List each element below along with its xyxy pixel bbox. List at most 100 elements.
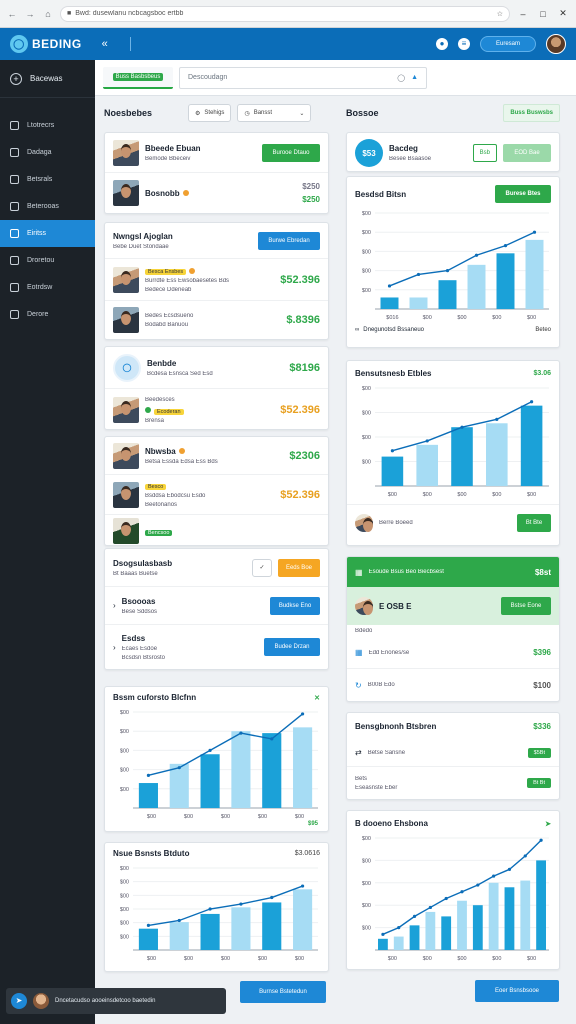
y-tick-label: $00 (362, 249, 371, 255)
list-item[interactable]: Bedes Ecsdsueno Bodabd Banuou $.8396 (105, 301, 328, 339)
list-item[interactable]: ⇄ Betse Sansne $5Bt (347, 739, 559, 767)
collapse-icon[interactable]: « (102, 38, 108, 50)
logo[interactable]: ◯ BEDING (10, 35, 82, 53)
card-action-button[interactable]: Burwe Ebredan (258, 231, 320, 250)
search-icon[interactable]: ◯ (397, 74, 405, 82)
filter-dropdown[interactable]: ◷ Bansst ⌄ (237, 104, 312, 122)
close-icon[interactable]: ✕ (556, 8, 570, 19)
list-item[interactable]: Besca Ensbes Burrdte Ess Ewsobaesetes Bd… (105, 259, 328, 301)
x-tick-label: $00 (423, 315, 432, 321)
list-item[interactable]: ↻ B00B Edo $100 (347, 669, 559, 701)
sidebar-item-3[interactable]: Betsrals (0, 166, 95, 193)
item-action-button[interactable]: Budee Drzan (264, 638, 320, 656)
search-input[interactable]: Descoudagn ◯ ▲ (179, 66, 427, 89)
chart-point (530, 400, 534, 404)
chart-footer-link[interactable]: Beteo (535, 327, 551, 333)
list-item[interactable]: › Esdss Ecaes Esdoe Bcsdsn Btsrosto Bude… (105, 625, 328, 669)
list-item[interactable]: Beedesces Ecoderan Brensa $52.396 (105, 389, 328, 429)
profile-action-button[interactable]: EOD Bae (503, 144, 551, 162)
sidebar-item-1[interactable]: Ltotrecrs (0, 112, 95, 139)
amount: $250 (302, 195, 320, 204)
forward-icon[interactable]: → (24, 8, 36, 20)
y-tick-label: $00 (120, 866, 129, 872)
chart-point (503, 244, 508, 248)
x-tick-label: $00 (492, 315, 501, 321)
item-name: Edd Enones/se (368, 649, 410, 656)
notification-toast[interactable]: ➤ Dncetacudso aooeinsdetcoo baetedin (6, 988, 226, 1014)
profile-row[interactable]: $53 Bacdeg Besee Bsaasoe Bsb EOD Bae (347, 133, 559, 171)
chart-action-button[interactable]: Burese Btes (495, 185, 551, 203)
profile-small-button[interactable]: Bsb (472, 144, 497, 162)
chart-footer-button[interactable]: Bt Bte (517, 513, 551, 532)
chart-footer-text: Berre Boeed (379, 519, 413, 526)
right-top-button[interactable]: Buss Buswsbs (503, 104, 560, 122)
list-item[interactable]: ▦ Edd Enones/se $396 (347, 637, 559, 669)
chart-footer-label: Bt Bte (525, 519, 543, 526)
right-section-title: Bossoe (346, 108, 379, 118)
sidebar-item-8[interactable]: Derore (0, 301, 95, 328)
promo-row[interactable]: E OSB E Bstse Eone (347, 587, 559, 625)
contact-action-button[interactable]: Burooe Dtauo (262, 143, 320, 162)
contact-card-4: Nbwsba Betsa Essda Edsa Ess Bds $2306 Be… (104, 436, 329, 546)
list-item[interactable]: Bdedo (347, 625, 559, 637)
item-name: Esdss (121, 633, 146, 643)
pin-icon[interactable]: ➤ (545, 820, 551, 828)
right-bottom-label: Eoer Bsnsbsooe (494, 988, 540, 994)
amount: $250 (302, 182, 320, 191)
orange-action-button[interactable]: Eeds Boe (277, 558, 320, 577)
settings-chip[interactable]: ⚙ Stehigs (188, 104, 232, 122)
avatar[interactable] (546, 34, 566, 54)
y-tick-label: $00 (120, 787, 129, 793)
y-tick-label: $00 (120, 768, 129, 774)
left-bottom-button[interactable]: Burnse Bstetedun (240, 981, 326, 1003)
sidebar-item-7[interactable]: Eotrdsw (0, 274, 95, 301)
back-icon[interactable]: ← (6, 8, 18, 20)
header-pill-button[interactable]: Euresam (480, 36, 536, 52)
tab-main-label: Buss Basbsbeus (112, 72, 164, 81)
sidebar-item-2[interactable]: Dadaga (0, 139, 95, 166)
list-item[interactable]: Nbwsba Betsa Essda Edsa Ess Bds $2306 (105, 437, 328, 475)
toolbar: Buss Basbsbeus Descoudagn ◯ ▲ (95, 60, 576, 96)
list-item[interactable]: Bosnobb $250 $250 (105, 173, 328, 213)
maximize-icon[interactable]: □ (536, 9, 550, 19)
left-bottom-label: Burnse Bstetedun (259, 989, 307, 995)
list-item[interactable]: Besco Bsddsa Ebodcsu Esdo Beetonanos $52… (105, 475, 328, 515)
chart-bar (409, 925, 420, 950)
address-bar[interactable]: ■ Bwd: dusewlanu ncbcagsboc ertbb ☆ (60, 5, 510, 22)
chart-footer-row[interactable]: Berre Boeed Bt Bte (347, 504, 559, 540)
bell-icon[interactable]: ≡ (458, 38, 470, 50)
clock-icon[interactable]: ● (436, 38, 448, 50)
sidebar-item-5[interactable]: Eiritss (0, 220, 95, 247)
list-item[interactable]: Bbeede Ebuan Bemode Bbeceiv Burooe Dtauo (105, 133, 328, 173)
list-item[interactable]: › Bsoooas Bese Sddsos Budkse Eno (105, 587, 328, 625)
chart-title: Besdsd Bitsn (355, 189, 407, 199)
right-bottom-button[interactable]: Eoer Bsnsbsooe (475, 980, 559, 1002)
list-item[interactable]: Bets Eseasnste Eber Bt Bt (347, 767, 559, 799)
y-tick-label: $00 (362, 460, 371, 466)
filter-icon[interactable]: ▲ (411, 74, 418, 81)
minimize-icon[interactable]: – (516, 9, 530, 19)
promo-row-button[interactable]: Bstse Eone (501, 597, 551, 615)
list-item[interactable]: Bencsoo (105, 515, 328, 545)
sidebar-item-6[interactable]: Droretou (0, 247, 95, 274)
sidebar-header[interactable]: + Bacewas (0, 60, 95, 98)
tab-main[interactable]: Buss Basbsbeus (103, 66, 173, 89)
toast-avatar (33, 993, 49, 1009)
home-icon[interactable]: ⌂ (42, 8, 54, 20)
chevron-down-icon: ⌄ (299, 110, 305, 117)
check-box[interactable]: ✓ (251, 558, 272, 577)
x-tick-label: $00 (295, 956, 304, 962)
chart-bar (504, 887, 515, 950)
close-icon[interactable]: ✕ (314, 694, 320, 702)
y-tick-label: $00 (362, 836, 371, 842)
chart-point (492, 874, 496, 878)
table-icon (10, 148, 19, 157)
list-item[interactable]: ◯ Benbde Bcdesa Esnsca Sed Esd $8196 (105, 347, 328, 389)
bookmark-icon[interactable]: ☆ (497, 10, 503, 18)
item-action-button[interactable]: Budkse Eno (270, 596, 320, 615)
sidebar-item-4[interactable]: Beterooas (0, 193, 95, 220)
chart-svg: $00 $00 $00 $00 $00 $00 $00 $00 $00 $00 (362, 836, 549, 962)
card-subtitle: Bt Baaas Buetse (113, 570, 158, 577)
x-tick-label: $00 (457, 315, 466, 321)
chart-title: Bssm cuforsto Blcfnn (113, 693, 197, 702)
